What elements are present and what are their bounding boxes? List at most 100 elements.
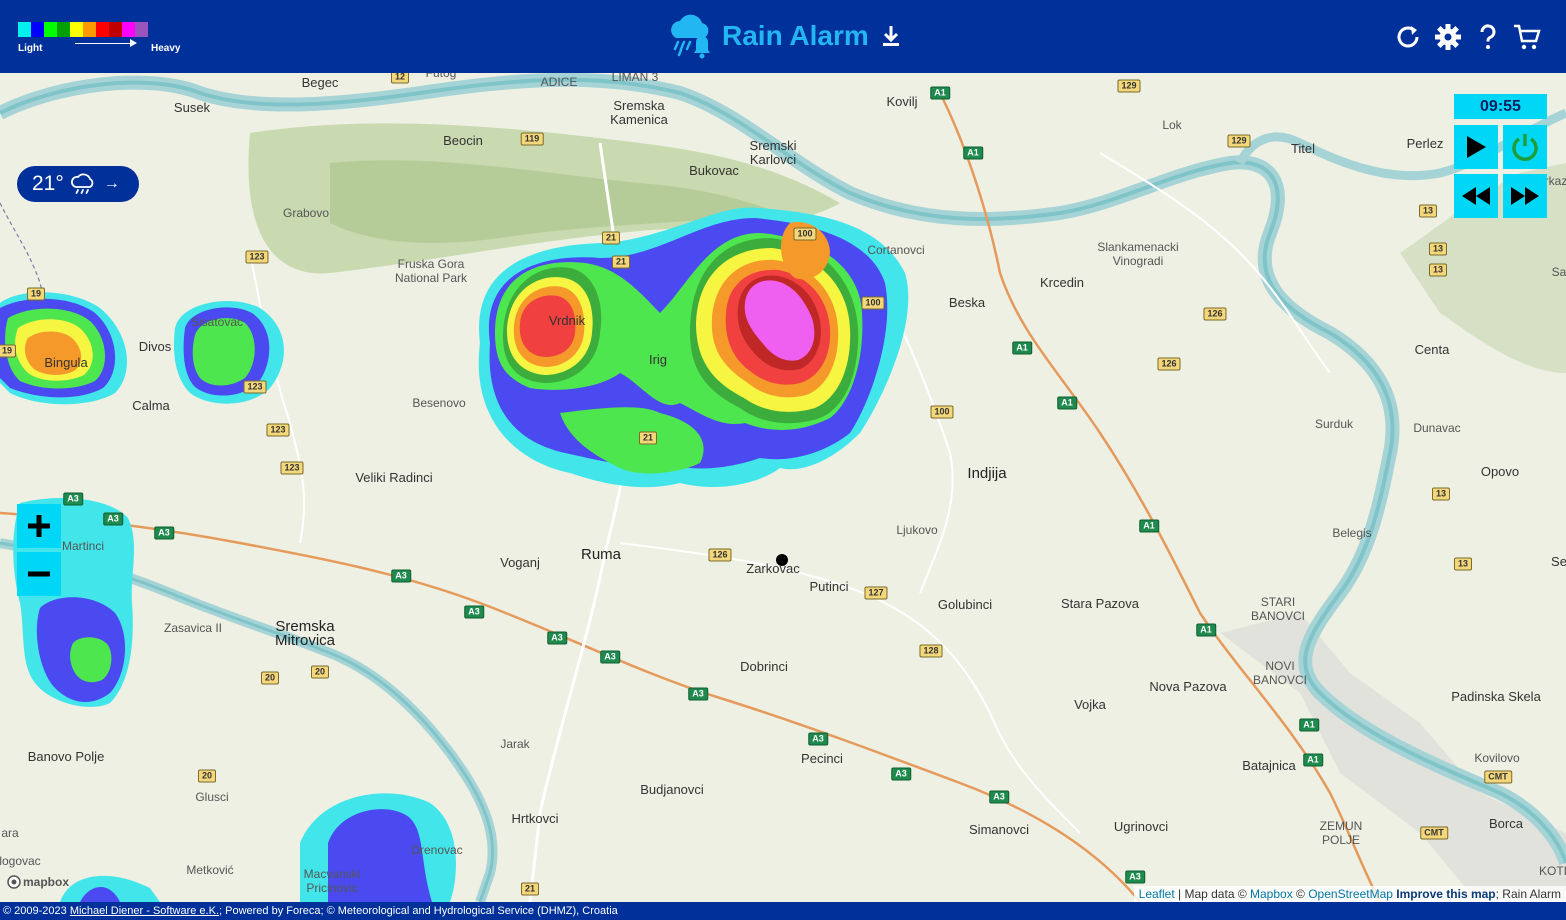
road-shield: 128 [919,644,943,658]
mapbox-logo-text: mapbox [23,875,70,889]
place-label: ZEMUN POLJE [1319,819,1363,847]
place-label: Jarak [500,737,530,751]
place-label: Divos [138,339,172,354]
place-label: Zarkovac [746,561,800,576]
place-label: Opovo [1480,464,1520,479]
road-shield: CMT [1420,826,1448,840]
place-label: Pecinci [801,751,843,766]
place-label: Krcedin [1039,275,1085,290]
place-label: Sremski Karlovci [749,138,797,167]
osm-link[interactable]: OpenStreetMap [1308,887,1393,901]
road-shield: A3 [688,687,708,701]
road-shield: 126 [708,548,732,562]
place-label: Grabovo [282,206,330,220]
place-label: ara [1,826,19,840]
rain-radar-map[interactable]: Begec Futog ADICE LIMAN 3 Sremska Kamenica Su… [0,73,1566,902]
road-shield: 21 [638,431,658,445]
user-location-marker[interactable] [776,554,788,566]
fast-forward-icon [1511,187,1539,205]
help-icon[interactable] [1473,22,1503,52]
mapbox-link[interactable]: Mapbox [1250,887,1293,901]
place-label: Bukovac [689,163,739,178]
place-label: logovac [0,854,41,868]
place-label: Kovilovo [1474,751,1520,765]
power-button[interactable] [1503,125,1547,169]
place-label: Ljukovo [896,523,938,537]
road-shield: A3 [464,605,484,619]
place-label: Veliki Radinci [355,470,433,485]
zoom-in-button[interactable] [17,504,61,548]
road-shield: A3 [103,512,123,526]
download-icon[interactable] [881,24,901,48]
road-shield: A3 [63,492,83,506]
road-shield: 20 [260,671,280,685]
road-shield: 129 [1117,79,1141,93]
road-shield: 123 [243,380,267,394]
road-shield: A1 [1299,718,1319,732]
place-label: Vojka [1074,697,1106,712]
cloud-rain-icon [70,173,94,194]
road-shield: 13 [1453,557,1473,571]
place-label: KOTI [1538,864,1566,878]
road-shield: 21 [601,231,621,245]
place-label: Kovilj [886,94,918,109]
place-label: Sremska Mitrovica [274,618,336,649]
place-label: Banovo Polje [27,749,105,764]
road-shield: A1 [1057,396,1077,410]
place-label: Slankamenacki Vinogradi [1097,240,1179,268]
place-label: Hrtkovci [511,811,559,826]
road-shield: 129 [1227,134,1251,148]
forecast-arrow-icon: → [103,175,120,192]
attribution-copy: © [1292,887,1309,901]
refresh-icon[interactable] [1393,22,1423,52]
footer-author-link[interactable]: Michael Diener - Software e.K. [70,905,219,917]
road-shield: A3 [547,631,567,645]
legend-swatch [44,22,57,37]
road-shield: 100 [930,405,954,419]
road-shield: 13 [1428,242,1448,256]
road-shield: 123 [280,461,304,475]
improve-map-link[interactable]: Improve this map [1396,887,1495,901]
place-label: Batajnica [1242,758,1296,773]
place-label: Titel [1290,141,1316,156]
settings-gear-icon[interactable] [1433,22,1463,52]
play-button[interactable] [1454,125,1498,169]
place-label: Surduk [1314,417,1354,431]
power-icon [1512,134,1538,161]
fast-forward-button[interactable] [1503,174,1547,218]
legend-swatch [109,22,122,37]
road-shield: A3 [891,767,911,781]
mapbox-logo-icon [7,875,21,889]
road-shield: 123 [266,423,290,437]
footer-copyright: © 2009-2023 [3,905,70,917]
app-title: Rain Alarm [722,20,869,51]
current-weather-pill[interactable]: 21° → [17,166,139,202]
leaflet-link[interactable]: Leaflet [1139,887,1175,901]
road-shield: A3 [808,732,828,746]
zoom-out-button[interactable] [17,552,61,596]
road-shield: A1 [963,146,983,160]
minus-icon [28,571,50,577]
place-label: rkaz [1544,174,1566,188]
legend-swatch [31,22,44,37]
place-label: Perlez [1406,136,1444,151]
place-label: Simanovci [969,822,1029,837]
place-label: Padinska Skela [1451,689,1541,704]
road-shield: A1 [930,86,950,100]
shopping-cart-icon[interactable] [1512,22,1542,52]
rewind-button[interactable] [1454,174,1498,218]
place-label: Voganj [500,555,540,570]
top-bar: Light Heavy Rain Alarm [0,0,1566,73]
legend-swatch [18,22,31,37]
road-shield: 13 [1431,487,1451,501]
place-label: Glusci [195,790,229,804]
road-shield: A3 [1125,870,1145,884]
place-label: Dobrinci [740,659,788,674]
place-label: Cortanovci [867,243,925,257]
place-label: NOVI BANOVCI [1252,659,1308,687]
place-label: Borca [1489,816,1523,831]
place-label: STARI BANOVCI [1250,595,1306,623]
mapbox-logo[interactable]: mapbox [7,875,69,889]
place-label: ADICE [540,75,578,89]
place-label: Beocin [443,133,483,148]
